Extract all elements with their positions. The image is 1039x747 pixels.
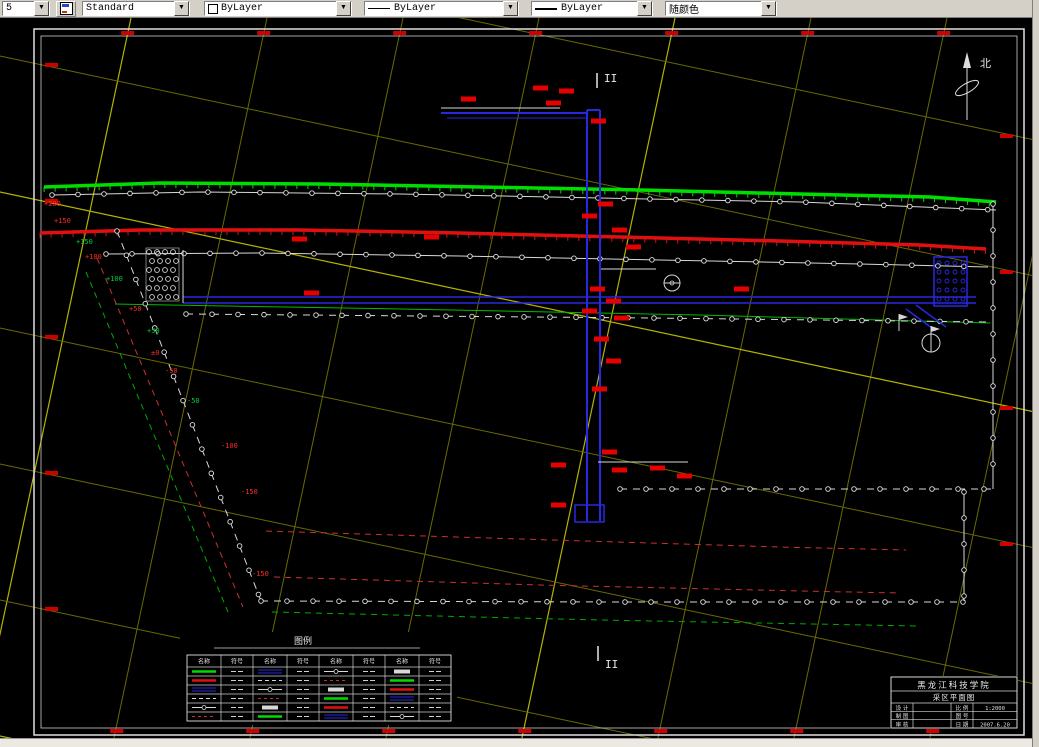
legend-table: 图例名称 符号 名称 符号 名称 符号 名称 符号	[180, 632, 457, 725]
drawing-canvas[interactable]: +200 +150 +150 +100 +100 +50 +50 ±0 -50 -50 -100 -1…	[0, 0, 1039, 747]
layer-combo-value: 5	[6, 3, 13, 14]
title-block-drawing-name: 采区平面图	[933, 692, 976, 702]
svg-text:名称: 名称	[330, 658, 342, 666]
plot-style-combo[interactable]: 随颜色 ▼	[665, 1, 777, 17]
lineweight-combo[interactable]: ByLayer ▼	[531, 1, 653, 16]
svg-text:名称: 名称	[396, 658, 408, 666]
svg-text:+100: +100	[106, 275, 123, 283]
svg-text:符号: 符号	[297, 658, 309, 666]
color-swatch	[208, 3, 218, 14]
svg-text:-50: -50	[187, 397, 200, 405]
chevron-down-icon[interactable]: ▼	[761, 1, 776, 16]
layer-combo[interactable]: 5 ▼	[2, 1, 50, 16]
svg-text:名称: 名称	[264, 658, 276, 666]
svg-text:±0: ±0	[151, 349, 159, 357]
svg-text:制 图: 制 图	[896, 712, 909, 720]
svg-text:北: 北	[980, 57, 991, 70]
svg-text:+200: +200	[44, 200, 61, 208]
style-icon	[59, 2, 73, 15]
svg-text:图 号: 图 号	[956, 712, 969, 720]
svg-text:-150: -150	[252, 570, 269, 578]
color-combo-value: ByLayer	[221, 3, 264, 14]
svg-text:-150: -150	[241, 488, 258, 496]
chevron-down-icon[interactable]: ▼	[503, 1, 518, 16]
object-properties-toolbar: 5 ▼ Standard ▼ ByLayer ▼ ByLayer ▼ ByLay…	[0, 0, 1032, 18]
svg-text:符号: 符号	[429, 658, 441, 666]
autocad-window: 5 ▼ Standard ▼ ByLayer ▼ ByLayer ▼ ByLay…	[0, 0, 1039, 747]
chevron-down-icon[interactable]: ▼	[637, 1, 652, 16]
window-right-edge	[1032, 0, 1039, 747]
lineweight-combo-value: ByLayer	[561, 3, 604, 14]
svg-text:2007.6.20: 2007.6.20	[980, 722, 1010, 728]
svg-text:+150: +150	[54, 217, 71, 225]
chevron-down-icon[interactable]: ▼	[336, 1, 351, 16]
svg-text:+100: +100	[85, 253, 102, 261]
svg-text:+150: +150	[76, 238, 93, 246]
text-style-combo[interactable]: Standard ▼	[82, 1, 190, 16]
svg-text:名称: 名称	[198, 658, 210, 666]
svg-text:1:2000: 1:2000	[985, 706, 1005, 712]
svg-text:比 例: 比 例	[956, 704, 969, 712]
color-combo[interactable]: ByLayer ▼	[204, 1, 352, 16]
title-block-school: 黑龙江科技学院	[917, 680, 991, 691]
svg-text:符号: 符号	[231, 658, 243, 666]
style-button[interactable]	[56, 0, 76, 17]
linetype-combo[interactable]: ByLayer ▼	[364, 1, 519, 16]
svg-text:日 期: 日 期	[956, 721, 969, 728]
legend-title: 图例	[294, 635, 312, 647]
drawing-area[interactable]: +200 +150 +150 +100 +100 +50 +50 ±0 -50 -50 -100 -1…	[0, 0, 1039, 747]
linetype-combo-value: ByLayer	[394, 3, 437, 14]
chevron-down-icon[interactable]: ▼	[34, 1, 49, 16]
svg-text:设 计: 设 计	[896, 704, 909, 712]
svg-text:符号: 符号	[363, 658, 375, 666]
svg-text:-100: -100	[221, 442, 238, 450]
svg-text:-50: -50	[165, 367, 178, 375]
lineweight-glyph-icon	[535, 7, 557, 10]
svg-text:审 核: 审 核	[896, 720, 909, 728]
svg-text:II: II	[605, 658, 618, 671]
svg-text:II: II	[604, 72, 617, 85]
status-strip	[0, 738, 1032, 747]
title-block: 黑龙江科技学院采区平面图设 计 比 例 1:2000 制 图 图 号审 核 日 期 2007…	[890, 676, 1018, 729]
chevron-down-icon[interactable]: ▼	[174, 1, 189, 16]
text-style-value: Standard	[86, 3, 135, 14]
svg-text:+50: +50	[147, 327, 160, 335]
svg-text:+50: +50	[129, 305, 142, 313]
linetype-glyph-icon	[368, 8, 390, 9]
plot-style-value: 随颜色	[669, 5, 699, 17]
